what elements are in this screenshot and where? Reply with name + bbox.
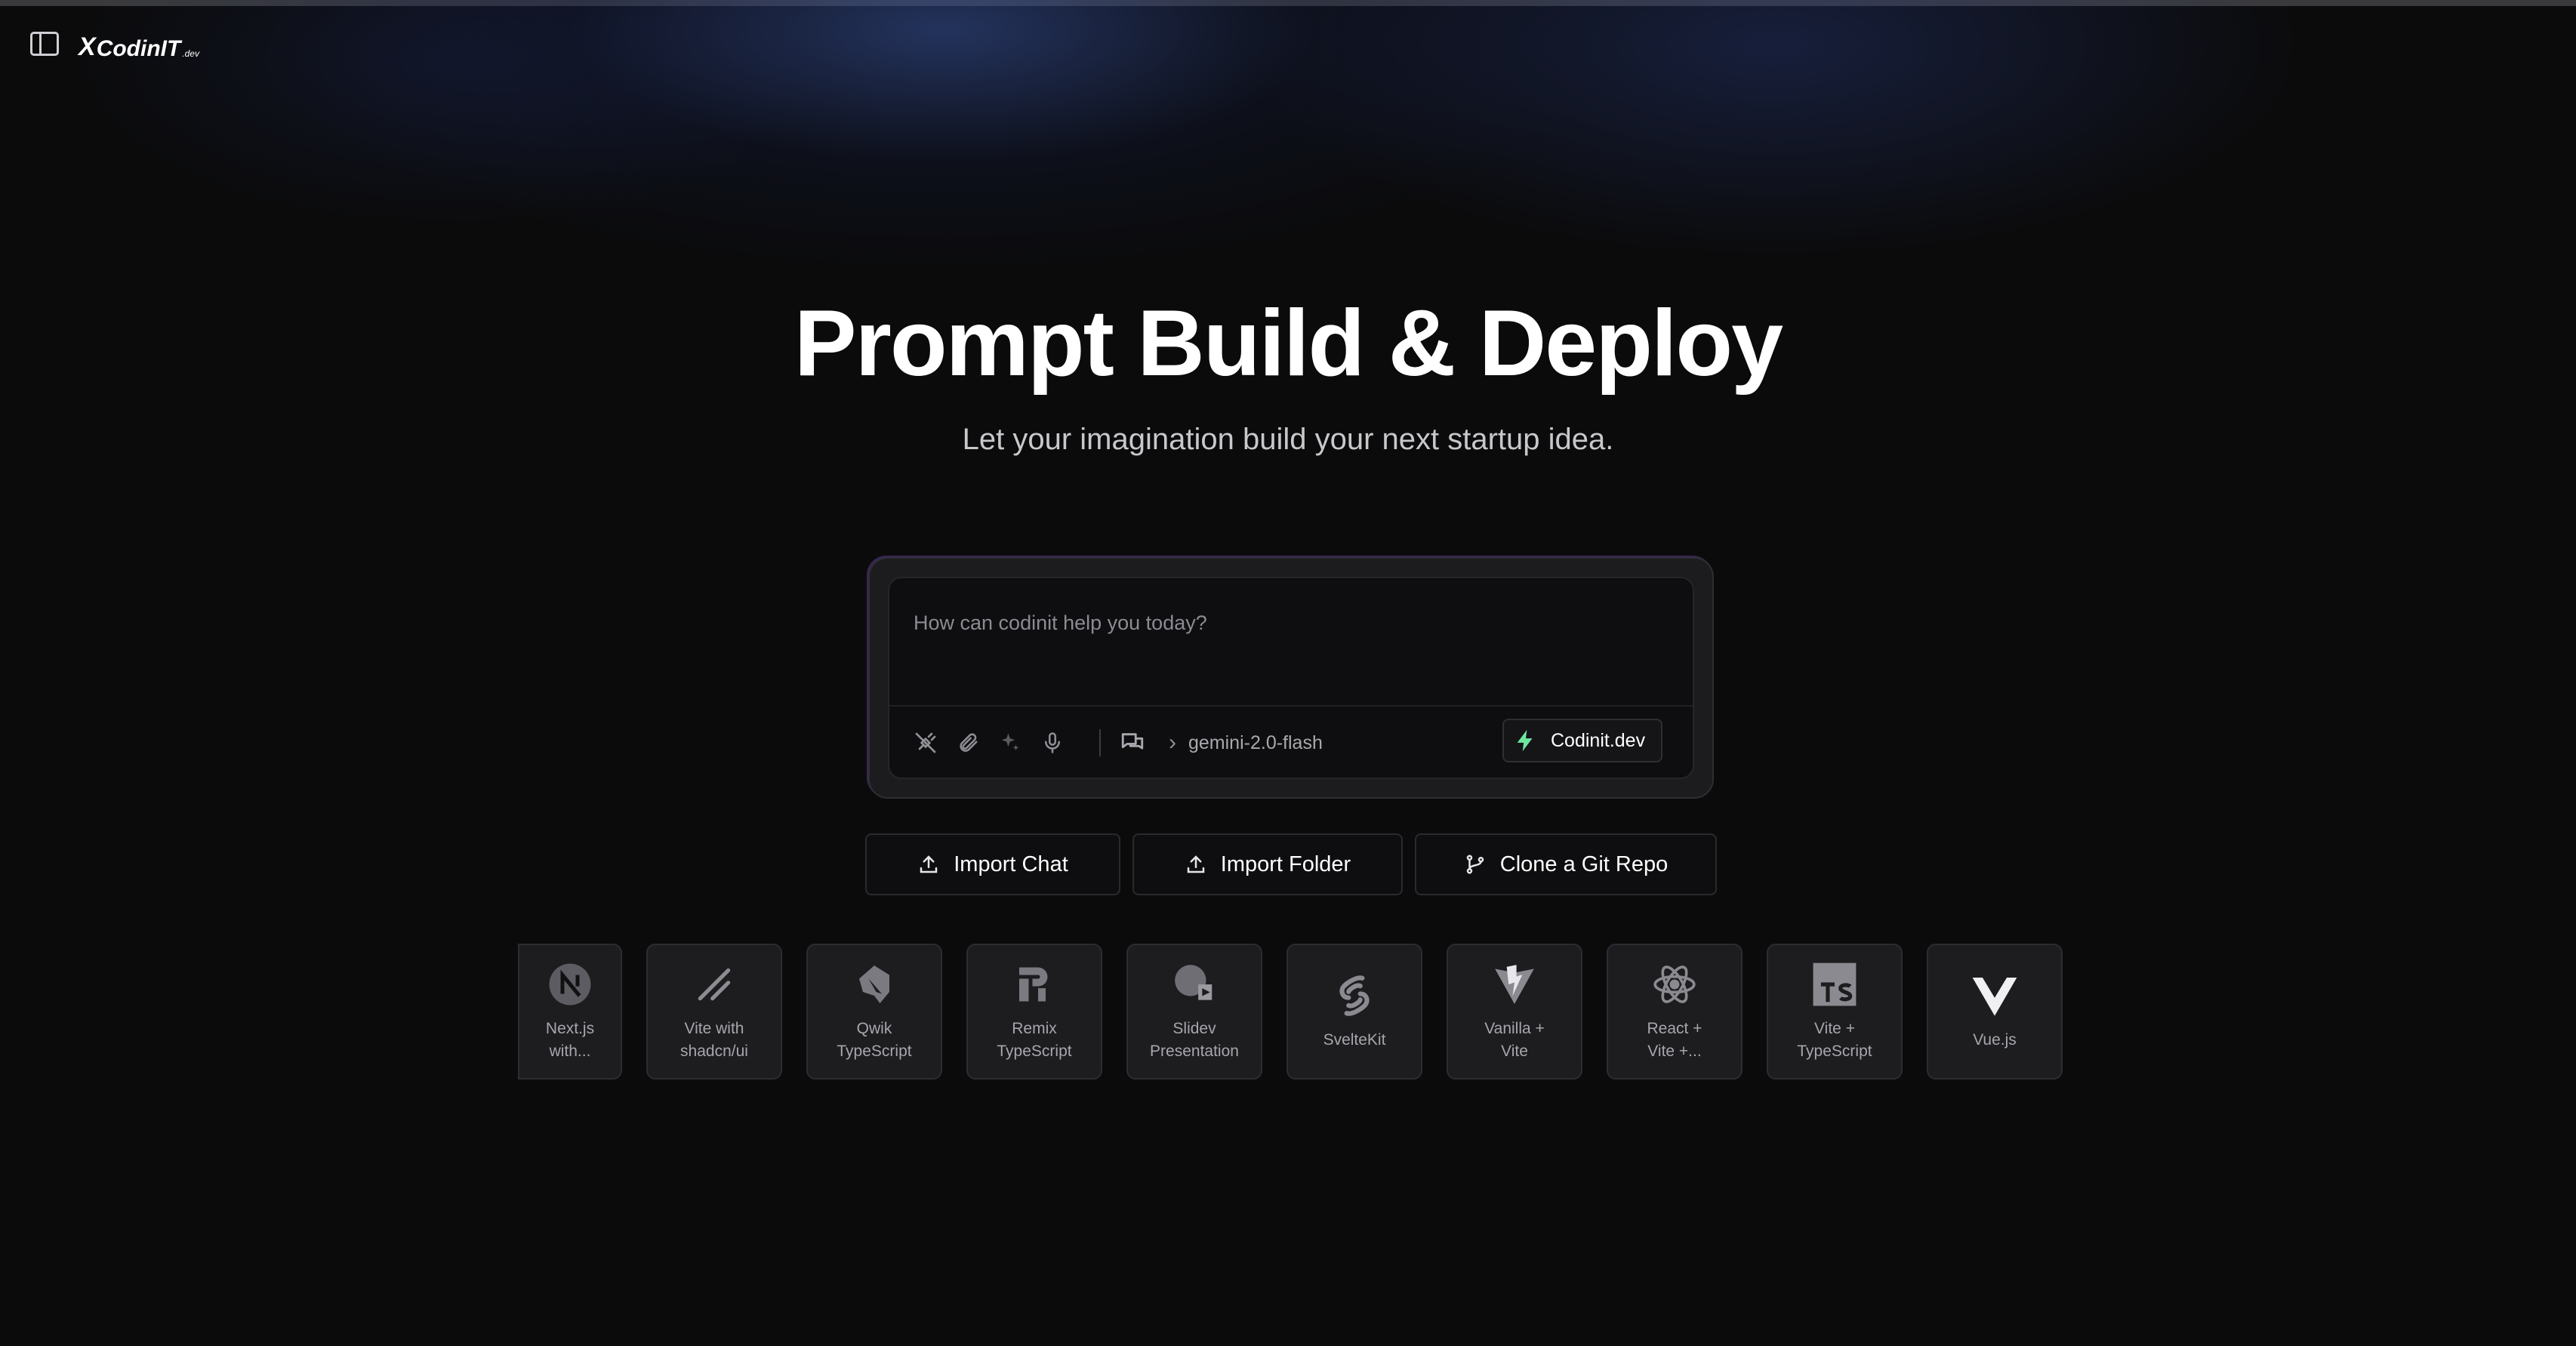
template-name: React + Vite +... — [1647, 1020, 1702, 1060]
prompt-divider — [889, 705, 1693, 707]
model-selector[interactable]: › gemini-2.0-flash — [1169, 728, 1323, 758]
window-top-border — [0, 0, 2576, 6]
chevron-right-icon: › — [1169, 730, 1176, 755]
vite-icon — [1490, 960, 1539, 1009]
brand-mark: X — [79, 32, 96, 61]
page-title: Prompt Build & Deploy — [793, 291, 1783, 396]
template-card-vue[interactable]: Vue.js — [1927, 944, 2063, 1080]
remix-icon — [1010, 960, 1058, 1009]
import-folder-label: Import Folder — [1220, 852, 1351, 876]
qwik-icon — [850, 960, 898, 1009]
model-name: gemini-2.0-flash — [1188, 732, 1323, 753]
prompt-input-area[interactable]: How can codinit help you today? › gemini… — [888, 577, 1694, 779]
app-root: X CodinIT .dev Prompt Build & Deploy Let… — [0, 0, 2576, 1346]
template-name: Slidev Presentation — [1150, 1020, 1239, 1060]
template-name: Vite with shadcn/ui — [680, 1020, 748, 1060]
microphone-icon[interactable] — [1037, 728, 1068, 758]
vue-icon — [1971, 972, 2019, 1020]
slidev-icon — [1170, 960, 1219, 1009]
template-card-slidev[interactable]: Slidev Presentation — [1126, 944, 1262, 1080]
brand-suffix: .dev — [182, 48, 200, 59]
template-name: Vue.js — [1973, 1031, 2017, 1049]
page-subtitle: Let your imagination build your next sta… — [962, 423, 1614, 456]
prompt-placeholder[interactable]: How can codinit help you today? — [914, 611, 1207, 635]
chat-mode-icon[interactable] — [1117, 728, 1148, 758]
template-card-qwik[interactable]: Qwik TypeScript — [806, 944, 942, 1080]
import-folder-button[interactable]: Import Folder — [1132, 833, 1403, 895]
template-name: Remix TypeScript — [997, 1020, 1072, 1060]
clone-repo-label: Clone a Git Repo — [1499, 852, 1669, 876]
nextjs-icon — [546, 960, 594, 1009]
toolbar-separator — [1099, 729, 1101, 756]
template-card-sveltekit[interactable]: SvelteKit — [1286, 944, 1422, 1080]
react-icon — [1650, 960, 1699, 1009]
svelte-icon — [1330, 972, 1379, 1020]
template-card-vite-typescript[interactable]: Vite + TypeScript — [1767, 944, 1903, 1080]
template-name: Vite + TypeScript — [1797, 1020, 1872, 1060]
upload-icon — [1187, 855, 1205, 873]
sparkle-icon[interactable] — [995, 728, 1025, 758]
bolt-icon — [1517, 729, 1533, 752]
provider-button[interactable]: Codinit.dev — [1502, 719, 1662, 762]
template-card-shadcn[interactable]: Vite with shadcn/ui — [646, 944, 782, 1080]
sidebar-toggle-icon[interactable] — [30, 32, 59, 56]
template-card-react-vite[interactable]: React + Vite +... — [1607, 944, 1742, 1080]
template-card-nextjs[interactable]: Next.js with... — [518, 944, 622, 1080]
prompt-box: How can codinit help you today? › gemini… — [868, 557, 1714, 799]
paperclip-icon[interactable] — [953, 728, 983, 758]
template-name: Vanilla + Vite — [1484, 1020, 1545, 1060]
provider-label: Codinit.dev — [1551, 729, 1646, 751]
brand-name: CodinIT — [96, 36, 181, 61]
shadcn-icon — [690, 960, 738, 1009]
plug-icon[interactable] — [911, 728, 941, 758]
template-name: Next.js with... — [545, 1020, 595, 1060]
git-branch-icon — [1466, 855, 1484, 874]
brand-logo[interactable]: X CodinIT .dev — [79, 29, 199, 62]
template-name: Qwik TypeScript — [837, 1020, 912, 1060]
template-name: SvelteKit — [1323, 1031, 1386, 1049]
template-card-remix[interactable]: Remix TypeScript — [966, 944, 1102, 1080]
typescript-icon — [1810, 960, 1859, 1009]
upload-icon — [920, 855, 938, 873]
import-chat-button[interactable]: Import Chat — [865, 833, 1120, 895]
import-chat-label: Import Chat — [954, 852, 1068, 876]
template-card-vanilla-vite[interactable]: Vanilla + Vite — [1447, 944, 1582, 1080]
clone-repo-button[interactable]: Clone a Git Repo — [1415, 833, 1717, 895]
